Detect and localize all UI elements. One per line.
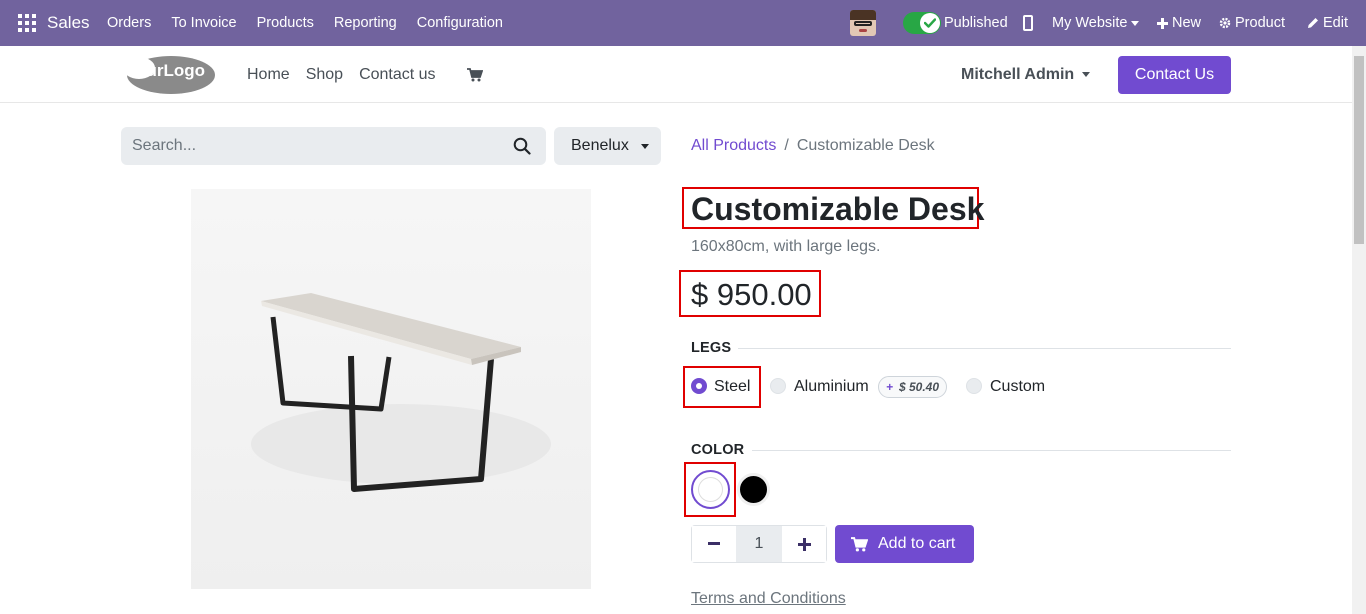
published-label[interactable]: Published	[944, 15, 1008, 31]
option-aluminium-label[interactable]: Aluminium	[794, 378, 869, 396]
divider	[738, 348, 1231, 349]
color-swatch-white[interactable]	[691, 470, 730, 509]
product-price: $ 950.00	[691, 277, 812, 312]
terms-link[interactable]: Terms and Conditions	[691, 590, 846, 608]
search-input[interactable]	[132, 136, 492, 156]
breadcrumb-current: Customizable Desk	[796, 137, 935, 154]
apps-menu-icon[interactable]	[18, 14, 36, 32]
user-name: Mitchell Admin	[961, 66, 1075, 83]
product-backend-button[interactable]: Product	[1219, 15, 1285, 31]
admin-navbar: Sales Orders To Invoice Products Reporti…	[0, 0, 1366, 46]
page-scrollbar[interactable]	[1352, 46, 1366, 614]
edit-button[interactable]: Edit	[1307, 15, 1348, 31]
quantity-stepper: 1	[691, 525, 827, 563]
caret-down-icon	[640, 143, 649, 149]
user-avatar[interactable]	[850, 10, 876, 36]
contact-us-button[interactable]: Contact Us	[1118, 56, 1231, 94]
color-swatch-black[interactable]	[737, 473, 770, 506]
scrollbar-thumb[interactable]	[1354, 56, 1364, 244]
menu-item-orders[interactable]: Orders	[107, 15, 151, 31]
product-label: Product	[1235, 15, 1285, 31]
main-nav: Home Shop Contact us	[247, 66, 452, 84]
new-button[interactable]: New	[1157, 15, 1201, 31]
website-label: My Website	[1052, 15, 1128, 31]
caret-down-icon	[1082, 72, 1091, 78]
radio-custom[interactable]	[966, 378, 982, 394]
plus-icon	[797, 537, 811, 551]
product-image[interactable]	[191, 189, 591, 589]
quantity-input[interactable]: 1	[736, 526, 782, 562]
radio-steel[interactable]	[691, 378, 707, 394]
new-label: New	[1172, 15, 1202, 31]
caret-down-icon	[1131, 20, 1140, 26]
breadcrumb-all-products[interactable]: All Products	[691, 137, 776, 154]
minus-icon	[708, 542, 720, 545]
publish-toggle[interactable]	[903, 12, 941, 34]
product-description: 160x80cm, with large legs.	[691, 238, 881, 255]
menu-item-reporting[interactable]: Reporting	[334, 15, 397, 31]
cart-icon[interactable]	[467, 68, 484, 87]
menu-item-to-invoice[interactable]: To Invoice	[171, 15, 236, 31]
pricelist-label: Benelux	[571, 137, 629, 154]
mobile-preview-icon[interactable]	[1023, 15, 1033, 31]
logo-text: YourLogo	[126, 61, 205, 80]
plus-sign: +	[885, 380, 893, 394]
attribute-legs-label: LEGS	[691, 340, 732, 356]
nav-home[interactable]: Home	[247, 66, 290, 84]
price-extra-value: $ 50.40	[898, 380, 940, 394]
divider	[752, 450, 1231, 451]
radio-aluminium[interactable]	[770, 378, 786, 394]
cart-icon	[851, 536, 868, 551]
quantity-increase-button[interactable]	[782, 526, 826, 562]
add-to-cart-label: Add to cart	[878, 535, 956, 552]
option-steel-label[interactable]: Steel	[714, 378, 750, 396]
menu-item-products[interactable]: Products	[257, 15, 314, 31]
menu-item-configuration[interactable]: Configuration	[417, 15, 503, 31]
search-icon[interactable]	[513, 137, 531, 155]
attribute-color-label: COLOR	[691, 442, 745, 458]
check-icon	[920, 13, 940, 33]
nav-shop[interactable]: Shop	[306, 66, 343, 84]
app-name[interactable]: Sales	[47, 13, 90, 33]
website-header: YourLogo Home Shop Contact us Mitchell A…	[0, 46, 1352, 103]
option-custom-label[interactable]: Custom	[990, 378, 1045, 396]
website-switcher[interactable]: My Website	[1052, 15, 1140, 31]
site-logo[interactable]: YourLogo	[121, 54, 215, 95]
plus-icon	[1157, 18, 1168, 29]
edit-label: Edit	[1323, 15, 1348, 31]
price-extra-badge: + $ 50.40	[878, 376, 947, 398]
breadcrumb-separator: /	[784, 137, 789, 154]
product-title: Customizable Desk	[691, 191, 985, 227]
gear-icon	[1219, 17, 1231, 29]
top-menu: Orders To Invoice Products Reporting Con…	[107, 15, 523, 31]
nav-contact-us[interactable]: Contact us	[359, 66, 435, 84]
pricelist-dropdown[interactable]: Benelux	[554, 127, 661, 165]
user-menu[interactable]: Mitchell Admin	[961, 66, 1091, 84]
breadcrumb: All Products / Customizable Desk	[691, 137, 935, 155]
add-to-cart-button[interactable]: Add to cart	[835, 525, 974, 563]
quantity-decrease-button[interactable]	[692, 526, 736, 562]
pencil-icon	[1308, 18, 1318, 28]
product-search	[121, 127, 546, 165]
